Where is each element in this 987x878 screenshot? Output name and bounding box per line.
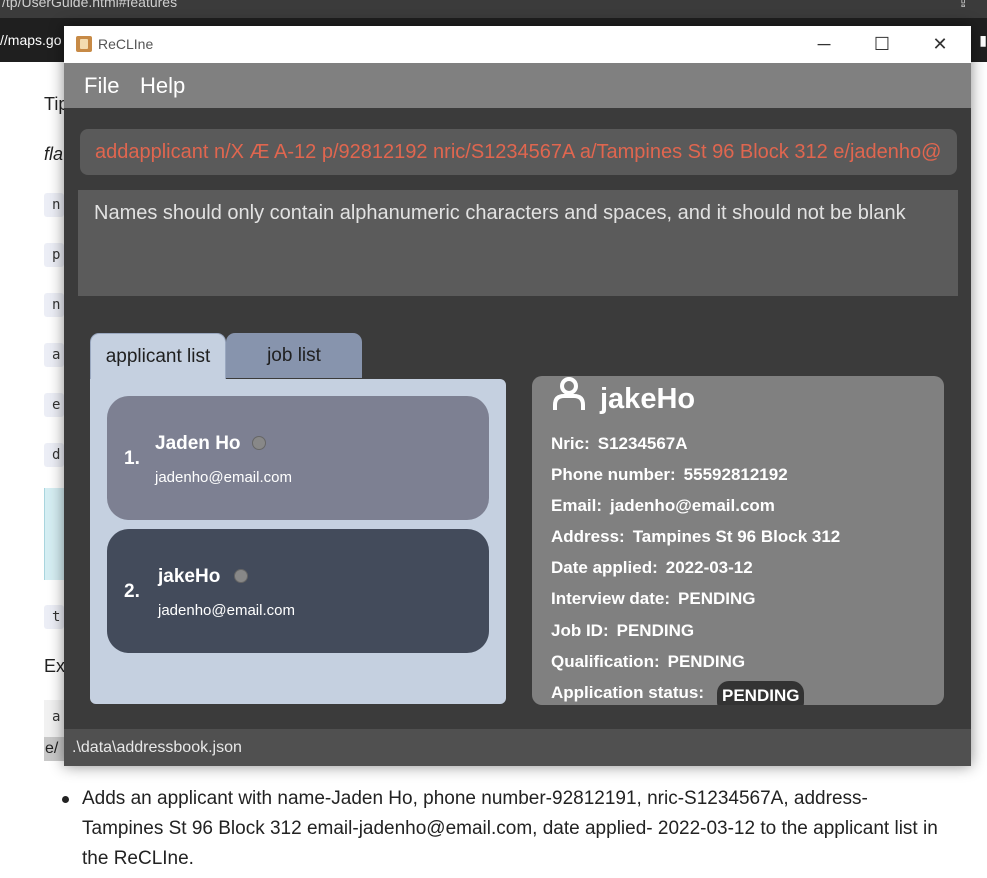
browser-url-bar[interactable]: /tp/UserGuide.html#features ⇪ [0, 0, 987, 18]
detail-phone: Phone number: 55592812192 [551, 465, 788, 484]
browser-url-text: /tp/UserGuide.html#features [2, 0, 178, 10]
applicant-card[interactable]: 2. jakeHo jadenho@email.com [107, 529, 489, 653]
bg-text-flag: fla [44, 144, 64, 164]
bg-code-chip: t [44, 605, 64, 629]
app-window: ReCLIne ─ ☐ ✕ File Help addapplicant n/X… [64, 26, 971, 766]
bg-code-chip: p [44, 243, 64, 267]
applicant-detail-panel: jakeHo Nric: S1234567A Phone number: 55592… [532, 376, 944, 705]
detail-interview-date: Interview date: PENDING [551, 589, 756, 608]
bg-bullet-text: Adds an applicant with name-Jaden Ho, ph… [82, 788, 938, 869]
tab-job-list[interactable]: job list [226, 333, 362, 378]
person-icon [553, 377, 585, 410]
detail-address: Address: Tampines St 96 Block 312 [551, 527, 841, 546]
window-title: ReCLIne [98, 36, 154, 52]
applicant-list-panel[interactable]: 1. Jaden Ho jadenho@email.com 2. jakeHo … [90, 379, 506, 704]
menu-file[interactable]: File [84, 73, 119, 99]
bg-selected-text: e/ [44, 737, 66, 761]
detail-name: jakeHo [600, 383, 696, 415]
detail-date-applied: Date applied: 2022-03-12 [551, 558, 753, 577]
menu-help[interactable]: Help [140, 73, 185, 99]
bg-text-example: Ex [44, 656, 66, 676]
status-dot-icon [234, 569, 248, 583]
bg-code-chip: n [44, 293, 64, 317]
close-icon[interactable]: ✕ [915, 30, 965, 58]
bg-code-chip: a [52, 709, 61, 725]
detail-qualification: Qualification: PENDING [551, 652, 746, 671]
title-bar[interactable]: ReCLIne ─ ☐ ✕ [64, 26, 971, 63]
minimize-icon[interactable]: ─ [799, 30, 849, 58]
applicant-card[interactable]: 1. Jaden Ho jadenho@email.com [107, 396, 489, 520]
bg-code-chip: a [44, 343, 64, 367]
status-bar-path: .\data\addressbook.json [64, 729, 971, 766]
bullet-dot [62, 796, 69, 803]
result-display: Names should only contain alphanumeric c… [78, 190, 958, 296]
tab-applicant-list[interactable]: applicant list [90, 333, 226, 379]
applicant-index: 1. [124, 448, 140, 469]
detail-nric: Nric: S1234567A [551, 434, 688, 453]
detail-email: Email: jadenho@email.com [551, 496, 775, 515]
status-dot-icon [252, 436, 266, 450]
menu-bar: File Help [64, 63, 971, 108]
applicant-email: jadenho@email.com [158, 602, 295, 619]
bg-bullet-item: Adds an applicant with name-Jaden Ho, ph… [62, 784, 942, 874]
applicant-email: jadenho@email.com [155, 469, 292, 486]
status-badge: PENDING [717, 681, 805, 705]
maximize-icon[interactable]: ☐ [857, 30, 907, 58]
bg-code-chip: d [44, 443, 64, 467]
bg-code-chip: n [44, 193, 64, 217]
command-input[interactable]: addapplicant n/X Æ A-12 p/92812192 nric/… [80, 129, 957, 175]
extension-icon[interactable]: ▮ [979, 32, 987, 49]
applicant-name: jakeHo [158, 566, 221, 587]
detail-application-status-label: Application status: [551, 683, 705, 702]
applicant-name: Jaden Ho [155, 433, 241, 454]
browser-tab-url[interactable]: //maps.go [0, 32, 61, 48]
app-icon [76, 36, 92, 52]
detail-job-id: Job ID: PENDING [551, 621, 695, 640]
bg-code-chip: e [44, 393, 64, 417]
share-icon[interactable]: ⇪ [957, 0, 969, 11]
applicant-index: 2. [124, 581, 140, 602]
